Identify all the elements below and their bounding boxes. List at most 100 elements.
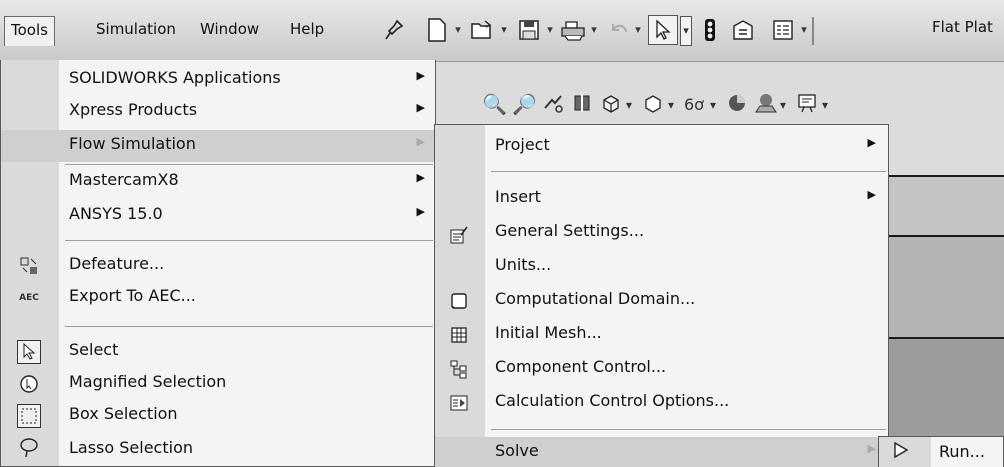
select-arrow-icon[interactable] (648, 15, 678, 45)
pin-icon[interactable] (381, 15, 407, 45)
run-icon (893, 441, 909, 463)
new-document-icon[interactable] (424, 15, 450, 45)
submenu-item-computational-domain[interactable]: Computational Domain... (435, 285, 888, 317)
new-dropdown-arrow[interactable]: ▾ (452, 22, 464, 38)
flow-simulation-submenu: Project ▶ Insert ▶ General Settings... U… (434, 124, 889, 467)
submenu-arrow-icon: ▶ (416, 101, 425, 114)
menu-tools[interactable]: Tools (4, 16, 55, 46)
menu-item-box-selection[interactable]: Box Selection (1, 400, 435, 432)
submenu-item-insert[interactable]: Insert ▶ (435, 183, 888, 215)
open-dropdown-arrow[interactable]: ▾ (498, 22, 510, 38)
submenu-item-solve[interactable]: Solve ▶ (435, 437, 888, 467)
open-icon[interactable] (470, 15, 496, 45)
print-dropdown-arrow[interactable]: ▾ (588, 22, 600, 38)
submenu-item-general-settings[interactable]: General Settings... (435, 217, 888, 249)
menu-item-label: General Settings... (495, 221, 645, 240)
undo-dropdown-arrow[interactable]: ▾ (632, 22, 644, 38)
scene-dropdown[interactable]: ▾ (780, 98, 786, 112)
menu-item-label: Initial Mesh... (495, 323, 602, 342)
magnified-selection-icon (17, 372, 41, 396)
options-icon[interactable] (730, 15, 756, 45)
menu-help[interactable]: Help (284, 16, 330, 44)
calculation-control-icon (447, 391, 471, 415)
menu-separator (65, 326, 433, 327)
lasso-selection-icon (17, 436, 41, 460)
submenu-item-calculation-control-options[interactable]: Calculation Control Options... (435, 387, 888, 419)
menu-item-xpress-products[interactable]: Xpress Products ▶ (1, 96, 435, 128)
view-orientation-dropdown[interactable]: ▾ (626, 98, 632, 112)
menu-item-label: Lasso Selection (69, 438, 193, 457)
zoom-area-icon[interactable]: 🔎 (512, 92, 537, 116)
display-style-dropdown[interactable]: ▾ (668, 98, 674, 112)
menu-item-label: Units... (495, 255, 552, 274)
menu-item-label: Defeature... (69, 254, 165, 273)
toolbar-separator (812, 17, 814, 45)
menu-item-label: MastercamX8 (69, 170, 179, 189)
menu-item-export-to-aec[interactable]: AEC Export To AEC... (1, 282, 435, 314)
menu-item-label: Box Selection (69, 404, 178, 423)
menu-window[interactable]: Window (194, 16, 265, 44)
submenu-arrow-icon: ▶ (416, 135, 425, 148)
zoom-fit-icon[interactable]: 🔍 (482, 92, 507, 116)
initial-mesh-icon (447, 323, 471, 347)
menu-separator (491, 171, 886, 172)
hide-show-icon[interactable]: 6ơ (684, 95, 704, 114)
menu-item-label: Insert (495, 187, 541, 206)
appearance-icon[interactable] (726, 92, 748, 119)
traffic-light-icon[interactable] (700, 15, 720, 45)
select-dropdown-arrow[interactable]: ▾ (680, 16, 692, 46)
menu-item-label: Flow Simulation (69, 134, 196, 153)
menu-item-lasso-selection[interactable]: Lasso Selection (1, 434, 435, 466)
submenu-item-initial-mesh[interactable]: Initial Mesh... (435, 319, 888, 351)
menu-simulation[interactable]: Simulation (90, 16, 182, 44)
view-settings-dropdown[interactable]: ▾ (822, 98, 828, 112)
previous-view-icon[interactable] (542, 92, 564, 119)
menu-item-defeature[interactable]: Defeature... (1, 250, 435, 282)
computational-domain-icon (447, 289, 471, 313)
menu-item-label: SOLIDWORKS Applications (69, 68, 281, 87)
menu-item-label: Magnified Selection (69, 372, 227, 391)
menu-item-ansys[interactable]: ANSYS 15.0 ▶ (1, 200, 435, 232)
menu-item-label: Project (495, 135, 550, 154)
component-control-icon (447, 357, 471, 381)
menu-item-select[interactable]: Select (1, 336, 435, 368)
customize-dropdown-arrow[interactable]: ▾ (798, 22, 810, 38)
save-icon[interactable] (516, 15, 542, 45)
undo-icon[interactable] (606, 15, 632, 45)
menu-item-label: Select (69, 340, 119, 359)
menu-item-label: Xpress Products (69, 100, 198, 119)
submenu-arrow-icon: ▶ (867, 136, 876, 149)
general-settings-icon (447, 223, 471, 247)
tools-menu: SOLIDWORKS Applications ▶ Xpress Product… (0, 60, 436, 467)
menu-item-solidworks-applications[interactable]: SOLIDWORKS Applications ▶ (1, 64, 435, 96)
section-view-icon[interactable] (572, 92, 594, 119)
display-style-icon[interactable] (642, 92, 664, 119)
menu-item-flow-simulation[interactable]: Flow Simulation ▶ (1, 130, 435, 162)
menu-separator (491, 429, 886, 430)
menu-item-label: Computational Domain... (495, 289, 696, 308)
menu-item-label: Component Control... (495, 357, 667, 376)
view-settings-icon[interactable] (796, 92, 818, 119)
menu-item-label: Run... (939, 442, 985, 461)
menu-item-label: ANSYS 15.0 (69, 204, 163, 223)
menu-item-mastercamx8[interactable]: MastercamX8 ▶ (1, 166, 435, 198)
menu-bar: Tools Simulation Window Help ▾ ▾ ▾ ▾ ▾ ▾… (0, 0, 1004, 62)
customize-icon[interactable] (770, 15, 796, 45)
hide-show-dropdown[interactable]: ▾ (710, 98, 716, 112)
print-icon[interactable] (560, 15, 586, 45)
scene-icon[interactable] (754, 92, 778, 119)
menu-separator (65, 240, 433, 241)
submenu-item-component-control[interactable]: Component Control... (435, 353, 888, 385)
submenu-arrow-icon: ▶ (867, 442, 876, 455)
menu-item-magnified-selection[interactable]: Magnified Selection (1, 368, 435, 400)
submenu-item-units[interactable]: Units... (435, 251, 888, 283)
view-orientation-icon[interactable] (600, 92, 622, 119)
export-aec-icon: AEC (19, 293, 39, 303)
document-title: Flat Plat (932, 18, 993, 36)
menu-item-label: Solve (495, 441, 539, 460)
box-selection-icon (17, 404, 41, 428)
save-dropdown-arrow[interactable]: ▾ (544, 22, 556, 38)
solve-submenu: Run... (878, 436, 1004, 467)
submenu-item-project[interactable]: Project ▶ (435, 131, 888, 163)
submenu-item-run[interactable]: Run... (879, 437, 1003, 467)
